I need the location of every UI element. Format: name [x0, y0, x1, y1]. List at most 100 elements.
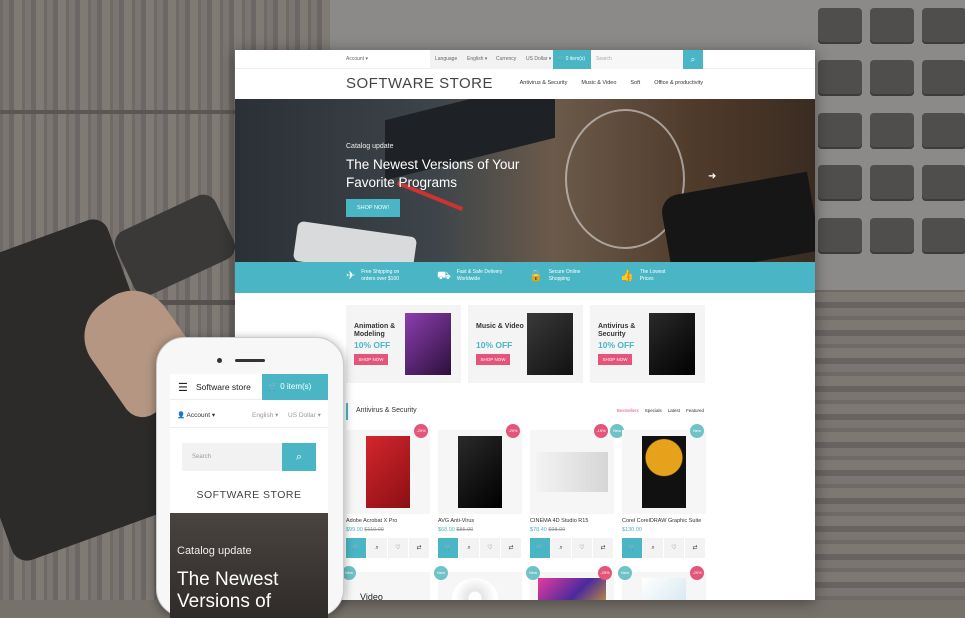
- product-card[interactable]: New: [434, 566, 522, 600]
- banner-animation[interactable]: Animation & Modeling 10% OFF SHOP NOW: [346, 305, 461, 383]
- banner-antivirus[interactable]: Antivirus & Security 10% OFF SHOP NOW: [590, 305, 705, 383]
- mobile-language-select[interactable]: English ▾: [252, 411, 278, 419]
- hero-kicker: Catalog update: [346, 143, 394, 150]
- banner-shop-button[interactable]: SHOP NOW: [598, 354, 632, 365]
- product-card[interactable]: New -15% CINEMA 4D Studio R15 $78.40 $98…: [530, 424, 624, 562]
- banner-offer: 10% OFF: [354, 340, 391, 350]
- product-image[interactable]: [346, 430, 430, 514]
- feature-text: Free Shipping on orders over $100: [361, 269, 400, 282]
- product-price: $130.00: [622, 527, 642, 533]
- wishlist-icon[interactable]: ♡: [388, 538, 408, 558]
- add-to-cart-icon[interactable]: 🛒: [438, 538, 458, 558]
- search-button[interactable]: ⌕: [683, 50, 703, 69]
- product-box-image: [536, 452, 608, 492]
- tab-specials[interactable]: Specials: [645, 408, 662, 413]
- discount-badge: -20%: [414, 424, 428, 438]
- language-select[interactable]: English ▾: [462, 50, 493, 69]
- account-dropdown[interactable]: Account ▾: [346, 56, 368, 62]
- product-card[interactable]: -20% AVG Anti-Virus $68.00 $85.00 🛒 ⌕ ♡ ⇄: [438, 424, 522, 562]
- current-price: $68.00: [438, 527, 455, 533]
- quick-view-icon[interactable]: ⌕: [367, 538, 387, 558]
- mobile-settings-row: 👤 Account ▾ English ▾ US Dollar ▾: [170, 400, 328, 428]
- product-price: $68.00 $85.00: [438, 527, 473, 533]
- header: SOFTWARE STORE Antivirus & Security Musi…: [235, 69, 815, 99]
- nav-item-antivirus[interactable]: Antivirus & Security: [520, 80, 568, 86]
- currency-select[interactable]: US Dollar ▾: [521, 50, 557, 69]
- product-image[interactable]: [622, 430, 706, 514]
- quick-view-icon[interactable]: ⌕: [643, 538, 663, 558]
- section-tabs: Bestsellers Specials Latest Featured: [617, 408, 704, 413]
- tab-latest[interactable]: Latest: [668, 408, 680, 413]
- nav-item-music-video[interactable]: Music & Video: [581, 80, 616, 86]
- product-card[interactable]: New -20%: [618, 566, 706, 600]
- product-image[interactable]: [438, 430, 522, 514]
- product-name[interactable]: Corel CorelDRAW Graphic Suite: [622, 518, 701, 524]
- feature-text: The Lowest Prices: [639, 269, 666, 282]
- feature-prices: 👍 The Lowest Prices: [620, 269, 674, 283]
- new-badge: New: [618, 566, 632, 580]
- mobile-account[interactable]: 👤 Account ▾: [177, 411, 215, 419]
- mobile-hero-headline: The Newest Versions of: [177, 569, 279, 612]
- add-to-cart-icon[interactable]: 🛒: [622, 538, 642, 558]
- mobile-currency-select[interactable]: US Dollar ▾: [288, 411, 321, 419]
- product-price: $78.40 $98.00: [530, 527, 565, 533]
- product-name[interactable]: Adobe Acrobat X Pro: [346, 518, 397, 524]
- wishlist-icon[interactable]: ♡: [664, 538, 684, 558]
- user-icon: 👤: [177, 412, 186, 419]
- lock-icon: 🔒: [529, 269, 543, 282]
- menu-icon[interactable]: ☰: [178, 381, 188, 394]
- mobile-cart-button[interactable]: 🛒 0 item(s): [262, 374, 328, 400]
- product-name[interactable]: AVG Anti-Virus: [438, 518, 474, 524]
- search-input[interactable]: Search: [591, 50, 683, 69]
- product-image[interactable]: [438, 572, 522, 600]
- paper-plane-icon: ✈: [346, 269, 356, 282]
- product-card[interactable]: -20% Adobe Acrobat X Pro $99.90 $110.00 …: [346, 424, 430, 562]
- mobile-logo[interactable]: SOFTWARE STORE: [170, 489, 328, 501]
- discount-badge: -20%: [690, 566, 704, 580]
- banner-shop-button[interactable]: SHOP NOW: [354, 354, 388, 365]
- features-bar: ✈ Free Shipping on orders over $100 ⛟ Fast…: [235, 262, 815, 293]
- compare-icon[interactable]: ⇄: [501, 538, 521, 558]
- add-to-cart-icon[interactable]: 🛒: [346, 538, 366, 558]
- product-card[interactable]: New -25%: [526, 566, 614, 600]
- quick-view-icon[interactable]: ⌕: [459, 538, 479, 558]
- shop-now-button[interactable]: SHOP NOW!: [346, 199, 400, 217]
- product-box-label: Video: [360, 592, 383, 600]
- mobile-title[interactable]: Software store: [196, 382, 251, 392]
- cart-count: 0 item(s): [565, 56, 586, 62]
- wishlist-icon[interactable]: ♡: [480, 538, 500, 558]
- mobile-hero-kicker: Catalog update: [177, 545, 252, 557]
- compare-icon[interactable]: ⇄: [685, 538, 705, 558]
- compare-icon[interactable]: ⇄: [593, 538, 613, 558]
- quick-view-icon[interactable]: ⌕: [551, 538, 571, 558]
- product-card[interactable]: Video New: [342, 566, 430, 600]
- add-to-cart-icon[interactable]: 🛒: [530, 538, 550, 558]
- tab-bestsellers[interactable]: Bestsellers: [617, 408, 639, 413]
- cart-button[interactable]: 🛒 0 item(s): [553, 50, 591, 69]
- mobile-search-input[interactable]: Search: [182, 443, 282, 471]
- banner-shop-button[interactable]: SHOP NOW: [476, 354, 510, 365]
- new-badge: New: [690, 424, 704, 438]
- section-title: Antivirus & Security: [356, 407, 417, 414]
- mobile-search-button[interactable]: ⌕: [282, 443, 316, 471]
- banner-music-video[interactable]: Music & Video 10% OFF SHOP NOW: [468, 305, 583, 383]
- tab-featured[interactable]: Featured: [686, 408, 704, 413]
- compare-icon[interactable]: ⇄: [409, 538, 429, 558]
- discount-badge: -25%: [598, 566, 612, 580]
- cart-icon: 🛒: [268, 382, 278, 391]
- product-image[interactable]: Video: [346, 572, 430, 600]
- product-name[interactable]: CINEMA 4D Studio R15: [530, 518, 588, 524]
- product-actions: 🛒 ⌕ ♡ ⇄: [346, 538, 430, 558]
- mobile-site: ☰ Software store 🛒 0 item(s) 👤 Account ▾…: [170, 374, 328, 618]
- wishlist-icon[interactable]: ♡: [572, 538, 592, 558]
- nav-item-soft[interactable]: Soft: [630, 80, 640, 86]
- search-icon: ⌕: [690, 55, 696, 64]
- product-actions: 🛒 ⌕ ♡ ⇄: [622, 538, 706, 558]
- banner-title: Antivirus & Security: [598, 323, 636, 338]
- mobile-header: ☰ Software store 🛒 0 item(s): [170, 374, 328, 400]
- site-logo[interactable]: SOFTWARE STORE: [346, 75, 493, 92]
- nav-item-office[interactable]: Office & productivity: [654, 80, 703, 86]
- product-card[interactable]: New Corel CorelDRAW Graphic Suite $130.0…: [622, 424, 706, 562]
- product-image[interactable]: [530, 430, 614, 514]
- next-arrow-icon[interactable]: ➜: [708, 171, 716, 182]
